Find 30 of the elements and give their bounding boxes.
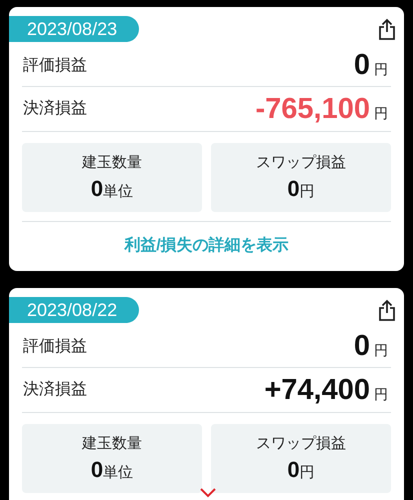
unit-label: 円 [374, 104, 388, 122]
date-badge: 2023/08/22 [9, 297, 140, 323]
date-badge: 2023/08/23 [9, 16, 140, 42]
unit-label: 円 [374, 341, 388, 360]
row-label: 評価損益 [22, 56, 87, 76]
unit-label: 単位 [103, 463, 134, 483]
share-icon[interactable] [378, 18, 396, 40]
row-label: 決済損益 [22, 98, 87, 119]
stat-label: スワップ損益 [256, 152, 346, 172]
share-icon[interactable] [378, 299, 396, 321]
row-value: 0 [354, 332, 370, 361]
stat-value: 0 [90, 459, 104, 481]
stat-value: 0 [287, 459, 300, 481]
stat-value: 0 [287, 178, 300, 200]
row-label: 決済損益 [22, 380, 87, 400]
unit-label: 円 [300, 182, 315, 202]
unit-label: 円 [374, 60, 388, 79]
stat-label: スワップ損益 [256, 434, 346, 454]
details-link[interactable]: 利益/損失の詳細を表示 [124, 234, 289, 258]
unit-label: 円 [374, 384, 388, 404]
stat-label: 建玉数量 [82, 434, 142, 454]
row-value: -765,100 [256, 94, 370, 124]
row-value: +74,400 [264, 376, 370, 404]
row-label: 評価損益 [22, 336, 87, 356]
stat-value: 0 [90, 178, 104, 200]
unit-label: 単位 [103, 182, 134, 202]
stat-label: 建玉数量 [82, 152, 142, 172]
unit-label: 円 [300, 463, 315, 483]
chevron-down-icon[interactable] [200, 488, 216, 498]
row-value: 0 [354, 51, 370, 80]
